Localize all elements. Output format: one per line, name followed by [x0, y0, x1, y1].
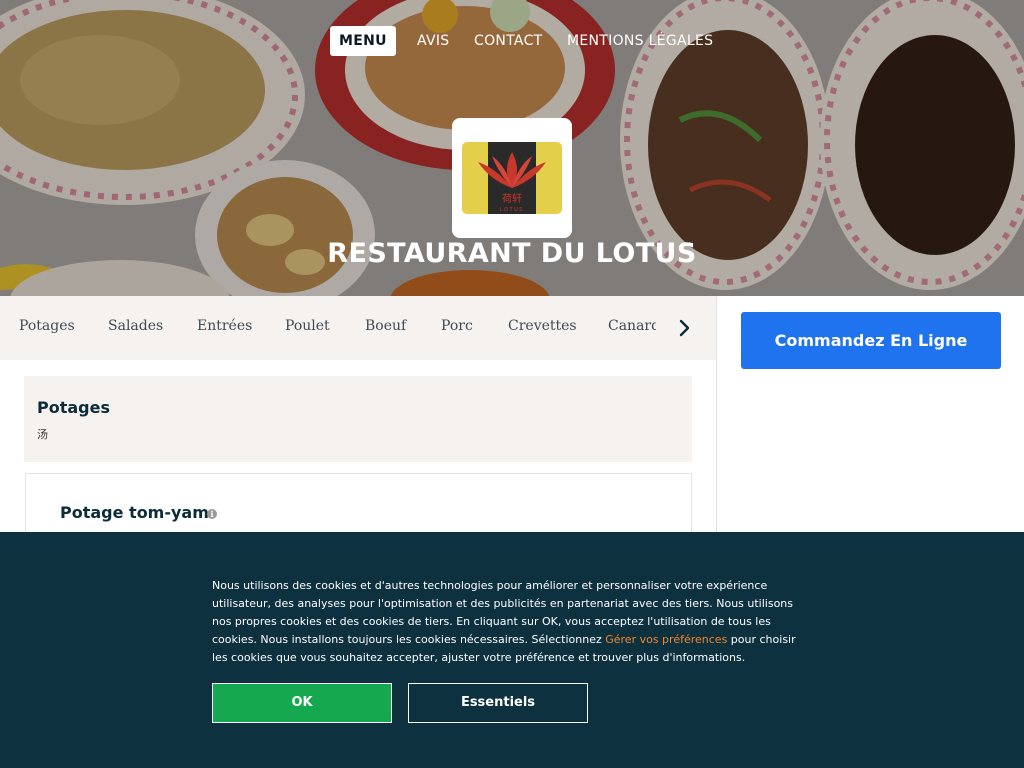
order-online-button[interactable]: Commandez En Ligne: [741, 312, 1001, 369]
cookie-ok-button[interactable]: OK: [212, 683, 392, 723]
nav-avis[interactable]: AVIS: [417, 26, 449, 56]
nav-mentions-legales[interactable]: MENTIONS LÉGALES: [567, 26, 713, 56]
lotus-logo-icon: 荷轩 LOTUS: [462, 142, 562, 214]
cookie-banner: Nous utilisons des cookies et d'autres t…: [0, 532, 1024, 768]
nav-menu[interactable]: MENU: [330, 26, 396, 56]
logo-chinese-text: 荷轩: [502, 192, 522, 205]
nav-contact[interactable]: CONTACT: [474, 26, 543, 56]
manage-preferences-link[interactable]: Gérer vos préférences: [605, 633, 727, 646]
category-canard[interactable]: Canard: [608, 318, 656, 334]
restaurant-title: RESTAURANT DU LOTUS: [327, 238, 697, 269]
section-title: Potages: [37, 398, 110, 417]
info-icon[interactable]: i: [207, 509, 217, 519]
logo-latin-text: LOTUS: [500, 207, 524, 213]
top-navigation: MENU AVIS CONTACT MENTIONS LÉGALES: [0, 26, 1024, 56]
category-poulet[interactable]: Poulet: [285, 318, 330, 334]
section-subtitle: 汤: [37, 428, 48, 441]
chevron-right-icon[interactable]: [672, 314, 698, 342]
category-boeuf[interactable]: Boeuf: [365, 318, 406, 334]
category-porc[interactable]: Porc: [441, 318, 473, 334]
category-potages[interactable]: Potages: [19, 318, 75, 334]
category-crevettes[interactable]: Crevettes: [508, 318, 577, 334]
restaurant-logo[interactable]: 荷轩 LOTUS: [452, 118, 572, 238]
category-entrees[interactable]: Entrées: [197, 318, 252, 334]
cookie-essentials-button[interactable]: Essentiels: [408, 683, 588, 723]
category-salades[interactable]: Salades: [108, 318, 163, 334]
cookie-message: Nous utilisons des cookies et d'autres t…: [212, 577, 812, 667]
menu-section-header: Potages 汤: [24, 376, 692, 462]
hero-banner: MENU AVIS CONTACT MENTIONS LÉGALES 荷轩 LO…: [0, 0, 1024, 296]
menu-item-name: Potage tom-yam: [60, 503, 209, 522]
category-list: Potages Salades Entrées Poulet Boeuf Por…: [0, 296, 656, 360]
category-bar: Potages Salades Entrées Poulet Boeuf Por…: [0, 296, 716, 360]
